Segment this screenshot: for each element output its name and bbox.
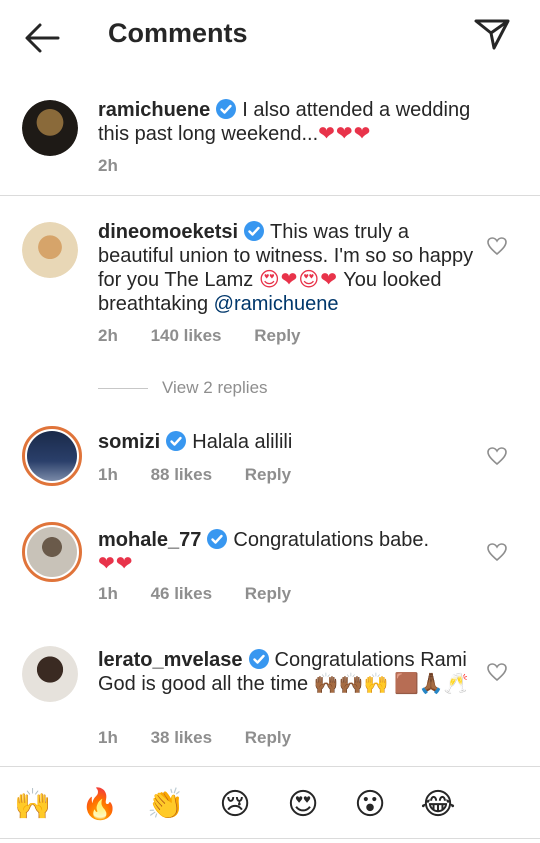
heart-emojis: ❤❤❤ [318,123,372,145]
like-count[interactable]: 88 likes [151,465,212,484]
comment-time: 1h [98,584,118,603]
surprised-emoji-button[interactable]: 😮 [350,785,390,825]
reply-button[interactable]: Reply [254,326,300,345]
paper-plane-icon [474,19,510,50]
comment-meta: 1h 46 likes Reply [98,584,319,604]
fire-emoji-button[interactable]: 🔥 [80,785,120,825]
caption-meta: 2h [98,156,146,176]
post-caption: ramichuene I also attended a wedding this… [0,88,540,196]
mention-link[interactable]: @ramichuene [214,293,339,315]
like-count[interactable]: 38 likes [151,728,212,747]
comment-time: 2h [98,326,118,345]
crying-emoji-button[interactable]: 😢 [215,785,255,825]
comment-body: Halala alilili [192,431,293,453]
avatar[interactable] [22,426,82,486]
username[interactable]: somizi [98,431,160,453]
comment-body: Congratulations babe. [233,529,430,551]
view-replies-button[interactable]: View 2 replies [98,378,268,400]
like-count[interactable]: 46 likes [151,584,212,603]
clapping-emoji-button[interactable]: 👏 [146,785,186,825]
reply-button[interactable]: Reply [245,465,291,484]
comment-item: somizi Halala alilili 1h 88 likes Reply [0,420,540,500]
comments-header: Comments [0,0,540,72]
share-button[interactable] [472,16,512,52]
comment-item: lerato_mvelase Congratulations Rami God i… [0,638,540,758]
comment-text: mohale_77 Congratulations babe. ❤❤ [98,528,478,576]
reply-button[interactable]: Reply [245,584,291,603]
emoji-group: 😍❤😍❤ [258,269,339,291]
arrow-left-icon [25,23,60,53]
like-button[interactable] [486,446,510,468]
comment-time: 2h [98,156,118,175]
verified-badge-icon [216,99,237,119]
verified-badge-icon [244,221,265,241]
heart-eyes-emoji-button[interactable]: 😍 [283,785,323,825]
heart-outline-icon [487,447,507,466]
heart-outline-icon [487,663,507,682]
heart-emojis: ❤❤ [98,553,134,575]
raised-hands-emoji-button[interactable]: 🙌 [13,785,53,825]
like-button[interactable] [486,542,510,564]
heart-outline-icon [487,237,507,256]
verified-badge-icon [207,529,228,549]
avatar[interactable] [22,100,78,156]
emoji-reaction-bar: 🙌 🔥 👏 😢 😍 😮 😂 [0,766,540,843]
comment-text: somizi Halala alilili [98,430,478,454]
comment-meta: 1h 38 likes Reply [98,728,319,748]
divider [0,838,540,839]
like-count[interactable]: 140 likes [151,326,222,345]
divider-line [98,388,148,390]
back-button[interactable] [22,20,62,56]
comment-meta: 2h 140 likes Reply [98,326,329,346]
verified-badge-icon [248,649,269,669]
comment-item: mohale_77 Congratulations babe. ❤❤ 1h 46 … [0,518,540,618]
page-title: Comments [108,18,248,48]
like-button[interactable] [486,662,510,684]
avatar[interactable] [22,522,82,582]
emoji-group: 🙌🏾🙌🏾🙌 🟫🙏🏾🥂 [313,673,469,695]
heart-outline-icon [487,543,507,562]
view-replies-label: View 2 replies [162,378,268,397]
like-button[interactable] [486,236,510,258]
comment-text: dineomoeketsi This was truly a beautiful … [98,220,478,316]
username[interactable]: ramichuene [98,99,210,121]
avatar[interactable] [22,646,78,702]
avatar[interactable] [22,222,78,278]
comment-time: 1h [98,465,118,484]
laughing-emoji-button[interactable]: 😂 [418,785,458,825]
username[interactable]: lerato_mvelase [98,649,243,671]
verified-badge-icon [166,431,187,451]
comment-meta: 1h 88 likes Reply [98,465,319,485]
username[interactable]: dineomoeketsi [98,221,238,243]
caption-text: ramichuene I also attended a wedding this… [98,98,498,146]
username[interactable]: mohale_77 [98,529,201,551]
comment-item: dineomoeketsi This was truly a beautiful … [0,210,540,360]
reply-button[interactable]: Reply [245,728,291,747]
comment-time: 1h [98,728,118,747]
comment-text: lerato_mvelase Congratulations Rami God i… [98,648,478,696]
